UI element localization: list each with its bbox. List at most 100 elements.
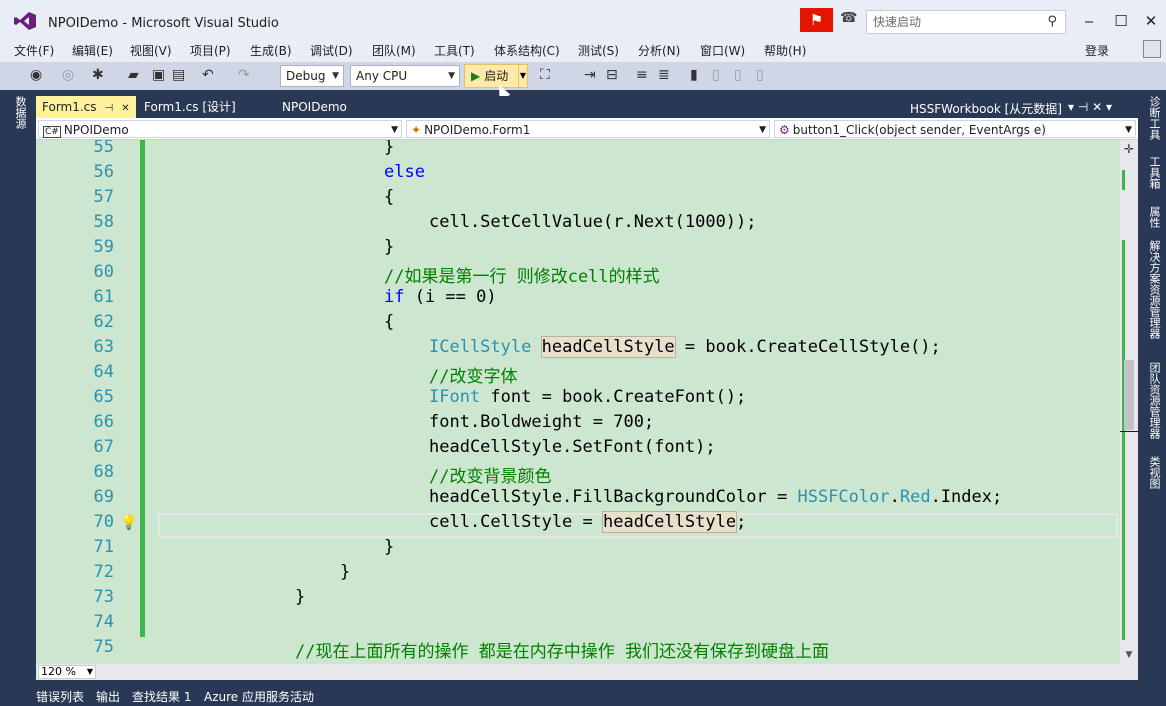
solution-configuration-select[interactable]: Debug ▼ [280,65,344,87]
new-project-icon[interactable]: ✱ [92,67,104,83]
browser-link-icon[interactable]: ⛶ [540,67,550,83]
zoom-value: 120 % [41,665,76,678]
scrollbar-thumb[interactable] [1124,360,1134,430]
properties-tab[interactable]: 属性 [1146,206,1162,228]
menu-help[interactable]: 帮助(H) [764,42,806,59]
uncomment-icon[interactable]: ≣ [658,67,670,83]
minimize-button[interactable]: ‒ [1074,10,1104,32]
title-bar: NPOIDemo - Microsoft Visual Studio ⚑ ☎ 快… [0,0,1166,38]
menu-project[interactable]: 项目(P) [190,42,231,59]
back-icon[interactable]: ◉ [30,67,42,83]
account-icon[interactable] [1143,40,1161,58]
code-line: 67 headCellStyle.SetFont(font); [36,435,1116,460]
platform-value: Any CPU [356,69,408,83]
code-line: 66 font.Boldweight = 700; [36,410,1116,435]
line-number: 71 [93,537,114,557]
scroll-change-marker [1122,170,1125,190]
menu-team[interactable]: 团队(M) [372,42,416,59]
horizontal-scrollbar[interactable]: 120 % ▼ [36,664,1138,680]
notification-flag-icon[interactable]: ⚑ [800,8,833,32]
maximize-button[interactable]: ☐ [1106,10,1136,32]
format-icon[interactable]: ⊟ [606,67,618,83]
menu-edit[interactable]: 编辑(E) [72,42,113,59]
project-dropdown[interactable]: C# NPOIDemo ▼ [38,120,402,138]
menu-view[interactable]: 视图(V) [130,42,172,59]
member-dropdown[interactable]: ⚙ button1_Click(object sender, EventArgs … [774,120,1136,138]
next-bookmark-icon[interactable]: ▯ [734,67,742,83]
line-number: 65 [93,387,114,407]
menu-debug[interactable]: 调试(D) [310,42,353,59]
menu-tools[interactable]: 工具(T) [434,42,475,59]
menu-analyze[interactable]: 分析(N) [638,42,680,59]
split-window-icon[interactable]: ✛ [1122,142,1136,156]
search-icon: ⚲ [1047,14,1057,29]
redo-icon[interactable]: ↷ [238,67,250,83]
code-text: ICellStyle headCellStyle = book.CreateCe… [429,336,941,358]
undo-icon[interactable]: ↶ [202,67,214,83]
project-value: NPOIDemo [63,123,129,137]
code-line: 56 else [36,160,1116,185]
line-number: 63 [93,337,114,357]
find-results-tab[interactable]: 查找结果 1 [132,688,191,705]
tab-label: Form1.cs [42,100,97,114]
quick-launch-input[interactable]: 快速启动 ⚲ [866,10,1066,34]
code-editor[interactable]: 💡 55} 56 else 57{ 58 cell.SetCellValue(r.N… [36,140,1138,664]
error-list-tab[interactable]: 错误列表 [36,688,84,705]
window-title: NPOIDemo - Microsoft Visual Studio [48,16,279,31]
save-all-icon[interactable]: ▤ [172,67,185,83]
forward-icon[interactable]: ◎ [62,67,74,83]
configuration-value: Debug [286,69,326,83]
visual-studio-logo-icon [14,12,36,30]
tab-overflow-controls[interactable]: ▾ ⊣ ✕ ▾ [1068,100,1112,114]
clear-bookmarks-icon[interactable]: ▯ [756,67,764,83]
start-debugging-button[interactable]: ▶ 启动 [464,64,526,88]
class-value: NPOIDemo.Form1 [424,123,531,137]
menu-window[interactable]: 窗口(W) [700,42,745,59]
solution-platform-select[interactable]: Any CPU ▼ [350,65,460,87]
code-text: cell.CellStyle = headCellStyle; [429,511,747,533]
line-number: 75 [93,637,114,657]
open-file-icon[interactable]: ▰ [128,67,139,83]
menu-test[interactable]: 测试(S) [578,42,619,59]
code-text: } [295,587,306,607]
solution-explorer-tab[interactable]: 解决方案资源管理器 [1146,240,1162,339]
code-comment: //现在上面所有的操作 都是在内存中操作 我们还没有保存到硬盘上面 [295,642,829,662]
output-tab[interactable]: 输出 [96,688,120,705]
menu-architecture[interactable]: 体系结构(C) [494,42,560,59]
class-view-tab[interactable]: 类视图 [1146,456,1162,489]
toolbox-tab[interactable]: 工具箱 [1146,156,1162,189]
left-tool-strip [0,90,36,680]
diagnostic-tools-tab[interactable]: 诊断工具 [1146,96,1162,140]
scroll-down-icon[interactable]: ▼ [1122,650,1136,662]
close-button[interactable]: ✕ [1136,10,1166,32]
code-line: 65 IFont font = book.CreateFont(); [36,385,1116,410]
login-link[interactable]: 登录 [1085,42,1109,59]
step-icon[interactable]: ⇥ [584,67,596,83]
pin-icon[interactable]: ⊣ [105,103,114,114]
class-dropdown[interactable]: ✦ NPOIDemo.Form1 ▼ [406,120,770,138]
tab-form1-cs[interactable]: Form1.cs ⊣ ✕ [36,96,136,118]
save-icon[interactable]: ▣ [152,67,165,83]
start-dropdown-button[interactable]: ▼ [518,64,528,88]
code-line: 72} [36,560,1116,585]
tab-npoidemo[interactable]: NPOIDemo [276,96,353,118]
feedback-icon[interactable]: ☎ [840,10,860,30]
menu-file[interactable]: 文件(F) [14,42,54,59]
line-number: 73 [93,587,114,607]
code-line: 70 cell.CellStyle = headCellStyle; [36,510,1116,535]
azure-app-service-activity-tab[interactable]: Azure 应用服务活动 [204,688,314,705]
team-explorer-tab[interactable]: 团队资源管理器 [1146,362,1162,439]
preview-tab-title[interactable]: HSSFWorkbook [从元数据] [910,100,1062,117]
chevron-down-icon: ▼ [448,71,455,81]
close-icon[interactable]: ✕ [121,103,129,114]
vertical-scrollbar[interactable]: ✛ ▼ [1120,140,1138,664]
menu-build[interactable]: 生成(B) [250,42,292,59]
code-comment: //改变字体 [429,367,518,387]
quick-launch-placeholder: 快速启动 [873,15,922,29]
comment-icon[interactable]: ≡ [636,67,648,83]
zoom-level-select[interactable]: 120 % ▼ [38,665,96,679]
data-sources-tab[interactable]: 数据源 [12,96,28,129]
bookmark-icon[interactable]: ▮ [690,67,698,83]
prev-bookmark-icon[interactable]: ▯ [712,67,720,83]
tab-form1-designer[interactable]: Form1.cs [设计] [138,96,242,118]
